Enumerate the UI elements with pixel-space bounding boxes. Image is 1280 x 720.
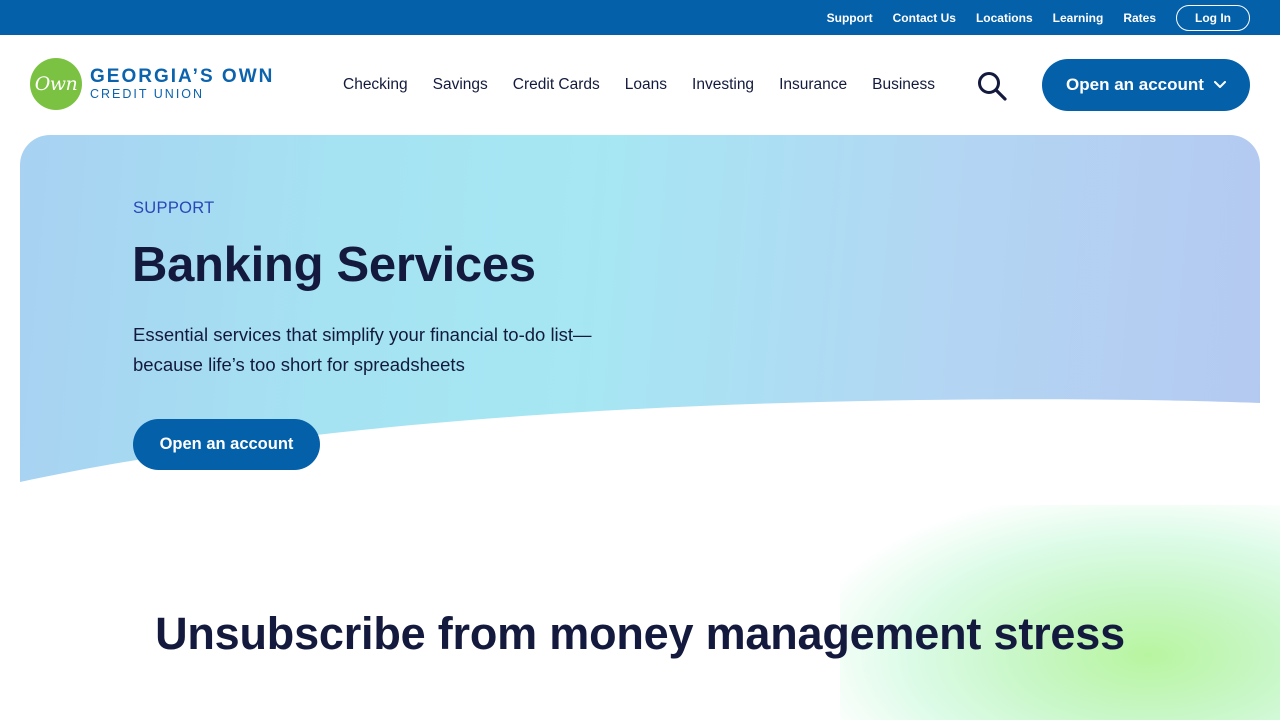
utility-link-learning[interactable]: Learning (1053, 11, 1104, 25)
open-account-button[interactable]: Open an account (1042, 59, 1250, 111)
nav-item-credit-cards[interactable]: Credit Cards (513, 76, 600, 94)
hero-open-account-button[interactable]: Open an account (133, 419, 320, 470)
hero-eyebrow: SUPPORT (133, 199, 215, 217)
site-header: Own GEORGIA’S OWN CREDIT UNION Checking … (0, 35, 1280, 135)
utility-link-locations[interactable]: Locations (976, 11, 1033, 25)
hero-subtitle: Essential services that simplify your fi… (133, 324, 592, 375)
nav-item-checking[interactable]: Checking (343, 76, 408, 94)
nav-item-investing[interactable]: Investing (692, 76, 754, 94)
logo-badge: Own (30, 58, 82, 110)
open-account-button-label: Open an account (1066, 75, 1204, 94)
nav-item-savings[interactable]: Savings (433, 76, 488, 94)
login-button[interactable]: Log In (1176, 4, 1250, 31)
main-nav: Checking Savings Credit Cards Loans Inve… (343, 35, 960, 135)
nav-item-insurance[interactable]: Insurance (779, 76, 847, 94)
hero-banner: SUPPORT Banking Services Essential servi… (20, 135, 1260, 485)
utility-link-contact-us[interactable]: Contact Us (893, 11, 956, 25)
search-icon[interactable] (976, 71, 1008, 101)
section-heading: Unsubscribe from money management stress (155, 608, 1125, 659)
logo[interactable]: Own GEORGIA’S OWN CREDIT UNION (30, 58, 274, 110)
utility-link-rates[interactable]: Rates (1123, 11, 1156, 25)
logo-line-2: CREDIT UNION (90, 87, 205, 101)
utility-link-support[interactable]: Support (827, 11, 873, 25)
utility-bar: Support Contact Us Locations Learning Ra… (0, 0, 1280, 35)
nav-item-business[interactable]: Business (872, 76, 935, 94)
utility-links: Support Contact Us Locations Learning Ra… (807, 4, 1250, 31)
logo-wordmark: GEORGIA’S OWN CREDIT UNION (90, 66, 275, 102)
page-title: Banking Services (132, 238, 536, 292)
logo-line-1: GEORGIA’S OWN (90, 66, 275, 87)
logo-badge-text: Own (34, 73, 78, 95)
nav-item-loans[interactable]: Loans (625, 76, 667, 94)
chevron-down-icon (1213, 81, 1226, 88)
